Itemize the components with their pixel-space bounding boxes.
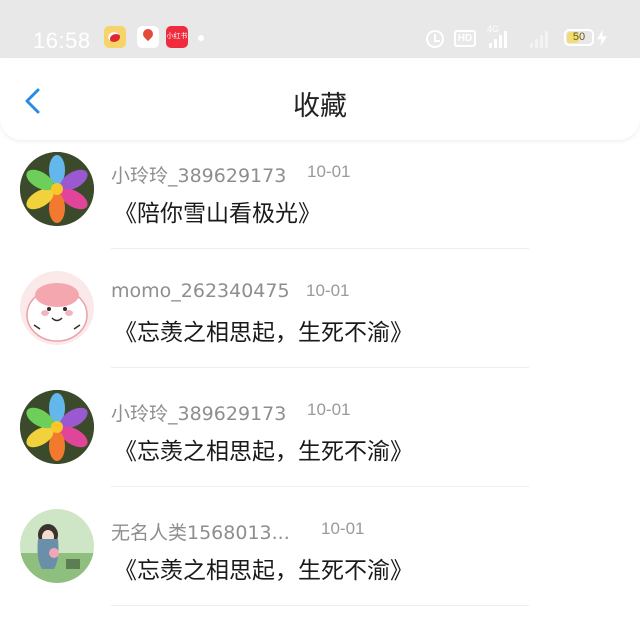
item-title[interactable]: 《忘羡之相思起，生死不渝》 [114, 313, 413, 347]
avatar[interactable] [20, 271, 94, 345]
list-item[interactable]: 无名人类1568013... 10-01 《忘羡之相思起，生死不渝》 [0, 497, 640, 616]
user-name[interactable]: 小玲玲_389629173 [111, 161, 286, 188]
status-time: 16:58 [33, 28, 91, 53]
item-title[interactable]: 《忘羡之相思起，生死不渝》 [114, 551, 413, 585]
signal-icon [487, 28, 511, 48]
rainbow-flower-icon [20, 390, 94, 464]
notification-dot-icon [198, 35, 204, 41]
item-title[interactable]: 《陪你雪山看极光》 [114, 194, 321, 228]
item-date: 10-01 [307, 162, 351, 181]
avatar[interactable] [20, 152, 94, 226]
list-item[interactable]: 小玲玲_389629173 10-01 《忘羡之相思起，生死不渝》 [0, 378, 640, 497]
user-name[interactable]: 无名人类1568013... [111, 518, 290, 545]
battery-level: 50 [572, 31, 586, 43]
item-title[interactable]: 《忘羡之相思起，生死不渝》 [114, 432, 413, 466]
user-name[interactable]: 小玲玲_389629173 [111, 399, 286, 426]
weibo-icon [104, 26, 126, 48]
charging-bolt-icon [597, 30, 607, 46]
divider [111, 367, 529, 368]
hd-icon: HD [454, 30, 476, 47]
avatar[interactable] [20, 390, 94, 464]
list-item[interactable]: momo_262340475 10-01 《忘羡之相思起，生死不渝》 [0, 259, 640, 378]
divider [111, 248, 529, 249]
xiaohongshu-icon: 小红书 [166, 26, 188, 48]
item-date: 10-01 [306, 281, 350, 300]
avatar[interactable] [20, 509, 94, 583]
signal-icon-secondary [528, 28, 552, 48]
divider [111, 605, 529, 606]
alarm-icon [426, 30, 444, 48]
map-pin-icon [137, 26, 159, 48]
page-title: 收藏 [293, 91, 347, 122]
item-date: 10-01 [307, 400, 351, 419]
pink-cartoon-icon [20, 271, 94, 345]
user-name[interactable]: momo_262340475 [111, 280, 290, 302]
status-bar: 16:58 小红书 HD 4G 50 [0, 0, 640, 58]
rainbow-flower-icon [20, 152, 94, 226]
divider [111, 486, 529, 487]
anime-girl-icon [20, 509, 94, 583]
item-date: 10-01 [321, 519, 365, 538]
list-item[interactable]: 小玲玲_389629173 10-01 《陪你雪山看极光》 [0, 140, 640, 259]
header: 收藏 [0, 58, 640, 140]
battery-icon: 50 [564, 29, 594, 46]
